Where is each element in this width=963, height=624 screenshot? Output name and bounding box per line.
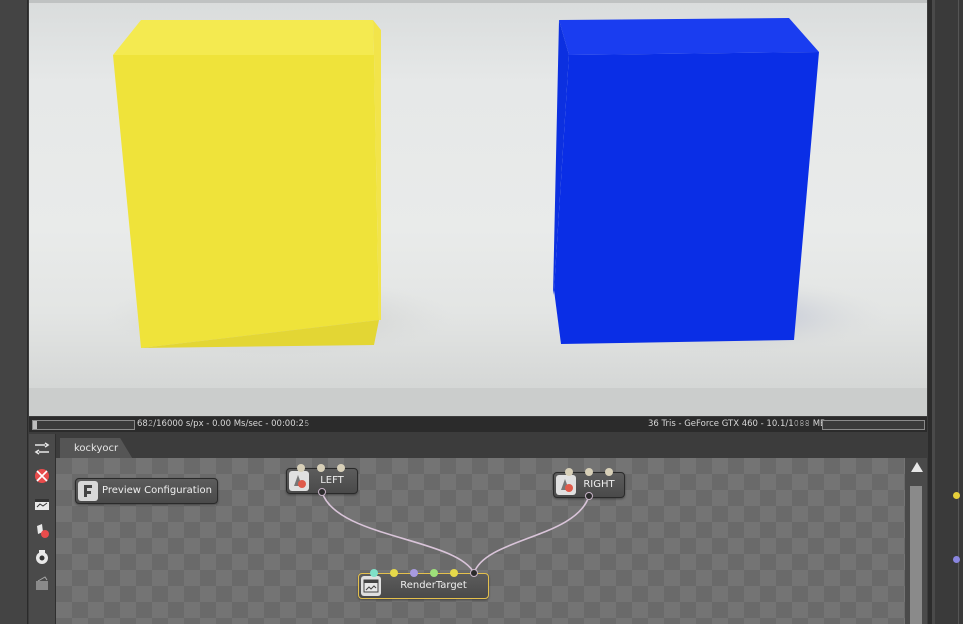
left-window-strip <box>0 0 28 624</box>
right-input-pin-3[interactable] <box>605 468 613 476</box>
render-target-label: RenderTarget <box>400 580 467 591</box>
right-input-pin-2[interactable] <box>585 468 593 476</box>
preview-configuration-label: Preview Configuration <box>102 485 212 496</box>
material-icon[interactable] <box>33 522 51 540</box>
right-side-panel <box>928 0 963 624</box>
panel-inner-edge <box>932 0 935 624</box>
camera-icon[interactable] <box>33 548 51 566</box>
film-icon[interactable] <box>33 495 51 513</box>
wire-left-to-render <box>321 491 475 574</box>
node-graph-editor: kockyocr Preview Configuration LEFT RIGH… <box>29 434 927 624</box>
scroll-thumb[interactable] <box>910 486 922 624</box>
render-input-pin-6[interactable] <box>470 569 478 577</box>
render-progress-bar <box>32 420 135 430</box>
yellow-box <box>113 20 381 348</box>
right-panel-purple-pin[interactable] <box>953 556 960 563</box>
gpu-stats-text: 36 Tris - GeForce GTX 460 - 10.1/1𝟶𝟾𝟾 MB <box>648 419 826 429</box>
blue-box <box>553 18 819 344</box>
camera-node-icon <box>289 471 309 491</box>
right-output-pin[interactable] <box>585 492 593 500</box>
render-input-pin-2[interactable] <box>390 569 398 577</box>
camera-node-icon <box>556 475 576 495</box>
graph-vertical-scrollbar[interactable] <box>905 458 927 624</box>
render-viewport[interactable] <box>29 0 927 416</box>
render-input-pin-4[interactable] <box>430 569 438 577</box>
left-input-pin-3[interactable] <box>337 464 345 472</box>
settings-icon[interactable] <box>33 575 51 593</box>
panel-divider-line <box>958 0 959 624</box>
render-target-node[interactable]: RenderTarget <box>358 573 489 599</box>
right-panel-yellow-pin[interactable] <box>953 492 960 499</box>
preview-configuration-node[interactable]: Preview Configuration <box>75 478 218 504</box>
render-input-pin-3[interactable] <box>410 569 418 577</box>
memory-progress-bar <box>822 420 925 430</box>
right-input-pin-1[interactable] <box>565 468 573 476</box>
render-input-pin-1[interactable] <box>370 569 378 577</box>
render-stats-text: 68𝟸/16000 s/px - 0.00 Ms/sec - 00:00:2𝟻 <box>137 419 310 429</box>
graph-toolbar <box>29 434 56 624</box>
scroll-up-arrow-icon[interactable] <box>911 462 923 472</box>
graph-tools-icon[interactable] <box>33 440 51 458</box>
graph-canvas[interactable]: Preview Configuration LEFT RIGHT RenderT… <box>56 458 905 624</box>
tab-kockyocr[interactable]: kockyocr <box>60 438 132 458</box>
config-icon <box>78 481 98 501</box>
render-progress-fill <box>33 421 38 429</box>
render-target-icon <box>361 576 381 596</box>
wire-right-to-render <box>473 495 590 574</box>
render-statusbar: 68𝟸/16000 s/px - 0.00 Ms/sec - 00:00:2𝟻 … <box>29 417 927 432</box>
scene-render <box>104 18 889 358</box>
left-output-pin[interactable] <box>318 488 326 496</box>
left-input-pin-2[interactable] <box>317 464 325 472</box>
render-input-pin-5[interactable] <box>450 569 458 577</box>
editor-tabstrip: kockyocr <box>56 434 927 458</box>
render-icon[interactable] <box>33 467 51 485</box>
left-input-pin-1[interactable] <box>297 464 305 472</box>
